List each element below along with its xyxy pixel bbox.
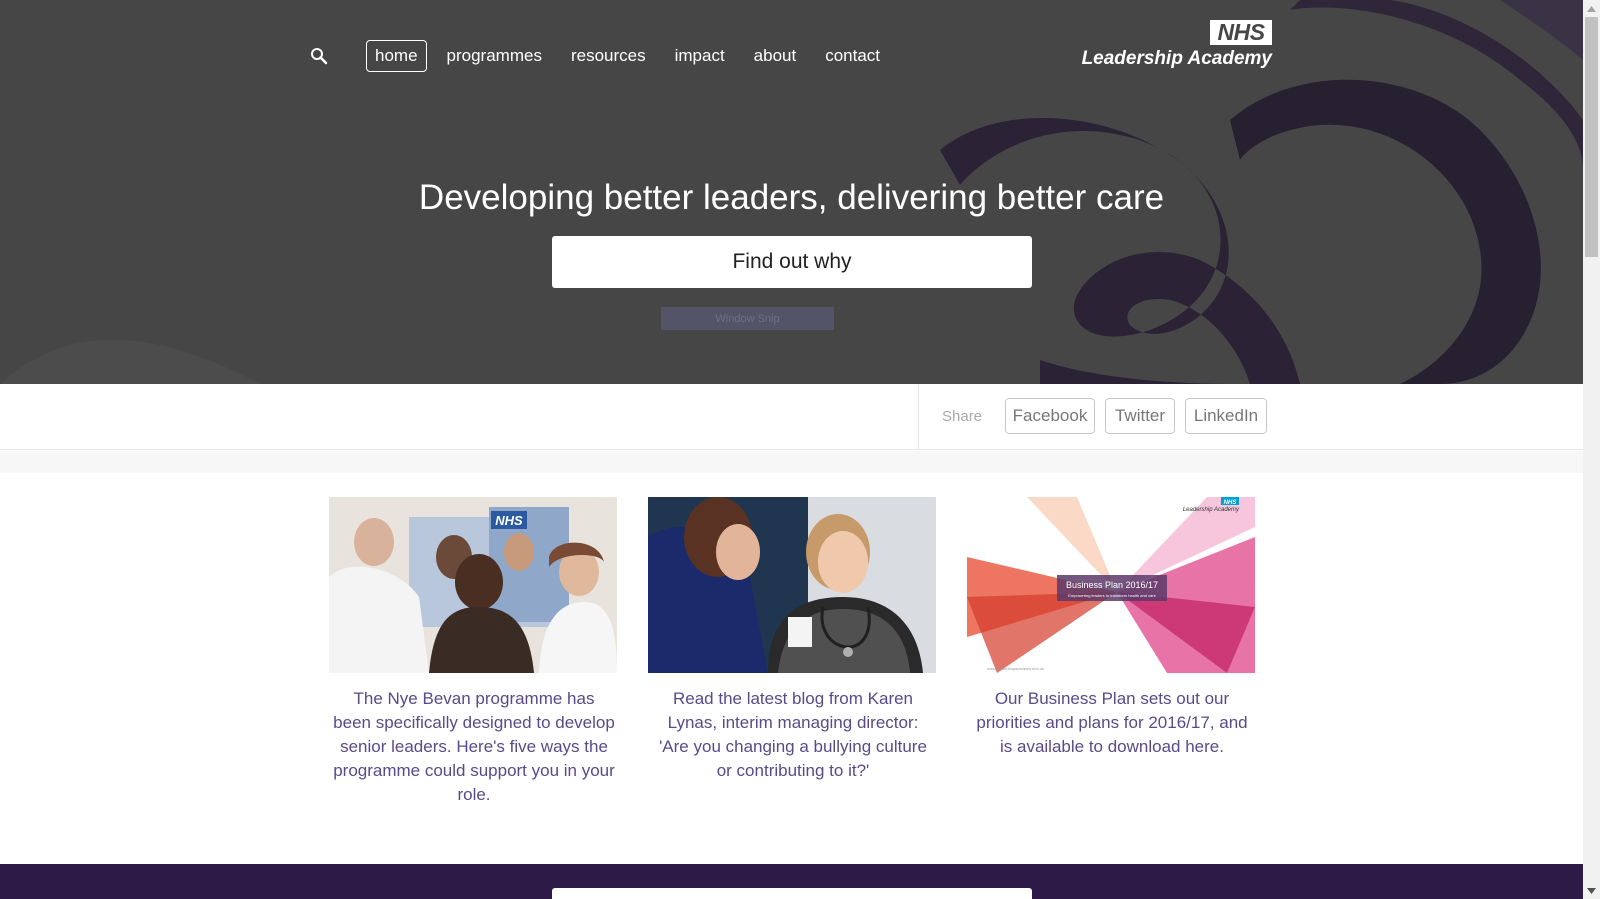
scrollbar-thumb[interactable]: [1585, 17, 1598, 257]
card-nye-bevan[interactable]: NHS The Nye Bevan programme has been spe…: [329, 497, 619, 807]
card-image-business-plan: Business Plan 2016/17 Empowering leaders…: [967, 497, 1255, 673]
business-plan-nhs-mark: NHS: [1224, 500, 1237, 506]
section-divider: [0, 451, 1583, 473]
vertical-scrollbar[interactable]: [1583, 0, 1600, 899]
card-text[interactable]: The Nye Bevan programme has been specifi…: [329, 687, 619, 807]
logo-text: Leadership Academy: [1081, 48, 1272, 69]
main-nav: home programmes resources impact about c…: [300, 40, 900, 72]
scroll-down-button[interactable]: [1583, 882, 1600, 899]
footer-panel: [552, 888, 1032, 899]
business-plan-brand: Leadership Academy: [1183, 507, 1240, 513]
nhs-logo-mark: NHS: [1210, 20, 1272, 45]
nav-item-home[interactable]: home: [366, 40, 427, 72]
card-image-group-photo: NHS: [329, 497, 617, 673]
window-snip-overlay: Window Snip: [661, 307, 834, 330]
nav-item-resources[interactable]: resources: [562, 40, 655, 72]
share-facebook-button[interactable]: Facebook: [1005, 398, 1095, 434]
share-linkedin-button[interactable]: LinkedIn: [1185, 398, 1267, 434]
chevron-up-icon: [1587, 5, 1596, 12]
card-blog-karen-lynas[interactable]: Read the latest blog from Karen Lynas, i…: [648, 497, 938, 783]
share-label: Share: [942, 408, 983, 425]
business-plan-subtitle: Empowering leaders to transform health a…: [1068, 593, 1156, 598]
page: home programmes resources impact about c…: [0, 0, 1583, 899]
hero-headline: Developing better leaders, delivering be…: [418, 178, 1165, 217]
find-out-why-button[interactable]: Find out why: [552, 236, 1032, 288]
share-twitter-button[interactable]: Twitter: [1105, 398, 1175, 434]
nav-item-impact[interactable]: impact: [666, 40, 734, 72]
chevron-down-icon: [1587, 887, 1596, 894]
share-divider: [918, 384, 919, 450]
nav-item-contact[interactable]: contact: [816, 40, 889, 72]
search-button[interactable]: [300, 40, 338, 72]
business-plan-url: www.leadershipacademy.nhs.uk: [987, 666, 1044, 671]
business-plan-title: Business Plan 2016/17: [1066, 580, 1158, 590]
nhs-leadership-academy-logo[interactable]: NHS Leadership Academy: [1070, 18, 1276, 74]
scroll-up-button[interactable]: [1583, 0, 1600, 17]
card-image-nhs-label: NHS: [495, 513, 523, 528]
nav-item-about[interactable]: about: [745, 40, 806, 72]
card-business-plan[interactable]: Business Plan 2016/17 Empowering leaders…: [967, 497, 1257, 759]
hero-banner: home programmes resources impact about c…: [0, 0, 1583, 384]
card-text[interactable]: Read the latest blog from Karen Lynas, i…: [648, 687, 938, 783]
search-icon: [311, 48, 328, 65]
share-bar: Share Facebook Twitter LinkedIn: [0, 384, 1583, 450]
card-text[interactable]: Our Business Plan sets out our prioritie…: [967, 687, 1257, 759]
card-image-nurse: [648, 497, 936, 673]
nav-item-programmes[interactable]: programmes: [438, 40, 551, 72]
